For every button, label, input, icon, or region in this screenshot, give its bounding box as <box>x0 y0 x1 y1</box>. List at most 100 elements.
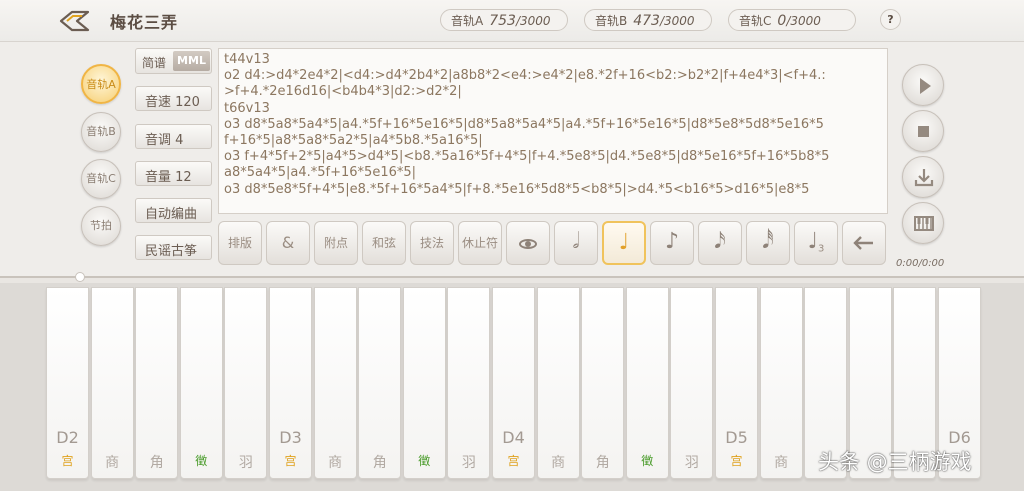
quarter-note-icon: ♩ <box>618 230 630 255</box>
piano-key[interactable]: D3 宫 <box>269 287 312 479</box>
piano-key[interactable]: 徵 <box>402 287 446 479</box>
track-c-used: 0 <box>777 13 787 29</box>
key-degree-label: 宫 <box>284 454 297 468</box>
track-c-usage-label: 音轨C <box>739 14 772 28</box>
track-c-usage: 音轨C 0/3000 <box>728 9 856 31</box>
help-button[interactable]: ? <box>880 9 901 30</box>
track-b-usage-label: 音轨B <box>595 14 628 28</box>
quarter-note-button[interactable]: ♩ <box>602 221 646 265</box>
editor-line: >f+4.*2e16d16|<b4b4*3|d2:>d2*2| <box>224 84 462 100</box>
tempo-button[interactable]: 音速 120 <box>135 86 212 111</box>
editor-line: o2 d4:>d4*2e4*2|<d4:>d4*2b4*2|a8b8*2<e4:… <box>224 68 826 84</box>
piano-key[interactable]: 角 <box>581 287 625 479</box>
key-degree-label: 角 <box>149 455 164 471</box>
rest-button[interactable]: 休止符 <box>458 221 502 265</box>
key-degree-label: 商 <box>328 455 343 471</box>
triplet-button[interactable]: ♩3 <box>794 221 838 265</box>
song-title: 梅花三弄 <box>110 13 179 32</box>
key-degree-label: 羽 <box>238 455 253 471</box>
technique-button[interactable]: 技法 <box>410 221 454 265</box>
back-icon[interactable] <box>58 9 92 33</box>
track-c-max: /3000 <box>786 14 821 28</box>
mml-editor[interactable]: t44v13 o2 d4:>d4*2e4*2|<d4:>d4*2b4*2|a8b… <box>218 48 888 214</box>
mode-simple-option[interactable]: 简谱 <box>142 54 166 71</box>
dot-button[interactable]: 附点 <box>314 221 358 265</box>
piano-key[interactable]: 角 <box>135 287 179 479</box>
editor-line: o3 f+4*5f+2*5|a4*5>d4*5|<b8.*5a16*5f+4*5… <box>224 149 830 165</box>
half-note-icon: 𝅗𝅥 <box>572 229 580 254</box>
key-degree-label: 徵 <box>418 454 431 468</box>
key-degree-label: 宫 <box>730 454 743 468</box>
stop-button[interactable] <box>902 110 944 152</box>
key-note-label: D4 <box>502 428 525 447</box>
track-a-button[interactable]: 音轨A <box>81 64 121 104</box>
download-button[interactable] <box>902 156 944 198</box>
layout-button[interactable]: 排版 <box>218 221 262 265</box>
notation-mode-toggle[interactable]: 简谱 MML <box>135 48 212 74</box>
preview-button[interactable] <box>506 221 550 265</box>
key-degree-label: 徵 <box>641 454 654 468</box>
volume-button[interactable]: 音量 12 <box>135 161 212 186</box>
key-degree-label: 羽 <box>461 455 476 471</box>
piano-key[interactable]: 徵 <box>625 287 669 479</box>
piano-key[interactable]: D2 宫 <box>46 287 89 479</box>
track-b-max: /3000 <box>659 14 695 28</box>
editor-line: o3 d8*5e8*5f+4*5|e8.*5f+16*5a4*5|f+8.*5e… <box>224 181 810 197</box>
piano-key[interactable]: D5 宫 <box>715 287 758 479</box>
track-b-used: 473 <box>633 13 660 29</box>
piano-keys-icon <box>914 216 934 231</box>
piano-key[interactable]: 羽 <box>447 287 491 479</box>
editor-line: a8*5a4*5|a4.*5f+16*5e16*5| <box>224 165 417 181</box>
progress-handle[interactable] <box>75 272 85 282</box>
track-a-max: /3000 <box>515 14 551 28</box>
half-note-button[interactable]: 𝅗𝅥 <box>554 221 598 265</box>
chord-button[interactable]: 和弦 <box>362 221 406 265</box>
track-b-button[interactable]: 音轨B <box>81 112 121 152</box>
track-a-used: 753 <box>489 13 516 29</box>
track-c-button[interactable]: 音轨C <box>81 159 121 199</box>
instrument-button[interactable]: 民谣古筝 <box>135 235 212 260</box>
editor-line: t44v13 <box>224 52 270 67</box>
piano-key[interactable]: 商 <box>90 287 134 479</box>
piano-key[interactable]: 羽 <box>224 287 268 479</box>
progress-track[interactable] <box>0 276 1024 278</box>
key-degree-label: 羽 <box>684 455 699 471</box>
thirty-second-note-icon: 𝅘𝅥𝅰 <box>762 229 774 254</box>
piano-key[interactable]: 徵 <box>179 287 223 479</box>
mode-mml-option[interactable]: MML <box>173 51 210 71</box>
sixteenth-note-button[interactable]: 𝅘𝅥𝅯 <box>698 221 742 265</box>
piano-key[interactable]: 羽 <box>670 287 714 479</box>
editor-line: f+16*5|a8*5a8*5a2*5|a4*5b8.*5a16*5| <box>224 133 483 149</box>
triplet-note-icon: ♩ <box>807 229 818 254</box>
key-note-label: D2 <box>56 428 79 447</box>
thirty-second-note-button[interactable]: 𝅘𝅥𝅰 <box>746 221 790 265</box>
triplet-number: 3 <box>818 243 825 255</box>
key-button[interactable]: 音调 4 <box>135 124 212 149</box>
auto-compose-button[interactable]: 自动编曲 <box>135 198 212 223</box>
tie-button[interactable]: & <box>266 221 310 265</box>
eighth-note-button[interactable]: ♪ <box>650 221 694 265</box>
key-note-label: D3 <box>279 428 302 447</box>
track-a-usage: 音轨A 753/3000 <box>440 9 568 31</box>
editor-line: t66v13 <box>224 100 270 116</box>
piano-key[interactable]: 商 <box>536 287 580 479</box>
key-degree-label: 商 <box>551 455 566 471</box>
backspace-arrow-icon <box>853 236 873 250</box>
piano-key[interactable]: 角 <box>358 287 402 479</box>
play-button[interactable] <box>902 64 944 106</box>
piano-key[interactable]: D4 宫 <box>492 287 535 479</box>
key-degree-label: 宫 <box>61 454 74 468</box>
top-bar: 梅花三弄 音轨A 753/3000 音轨B 473/3000 音轨C 0/3000 ? <box>0 0 1024 42</box>
download-icon <box>914 169 934 187</box>
backspace-button[interactable] <box>842 221 886 265</box>
beat-button[interactable]: 节拍 <box>81 206 121 246</box>
play-icon <box>920 78 931 94</box>
editor-line: o3 d8*5a8*5a4*5|a4.*5f+16*5e16*5|d8*5a8*… <box>224 116 824 132</box>
keyboard-toggle-button[interactable] <box>902 202 944 244</box>
key-degree-label: 商 <box>774 455 789 471</box>
piano-key[interactable]: 商 <box>759 287 803 479</box>
sixteenth-note-icon: 𝅘𝅥𝅯 <box>714 229 726 254</box>
piano-key[interactable]: 商 <box>313 287 357 479</box>
key-degree-label: 宫 <box>507 454 520 468</box>
key-note-label: D5 <box>725 428 748 447</box>
